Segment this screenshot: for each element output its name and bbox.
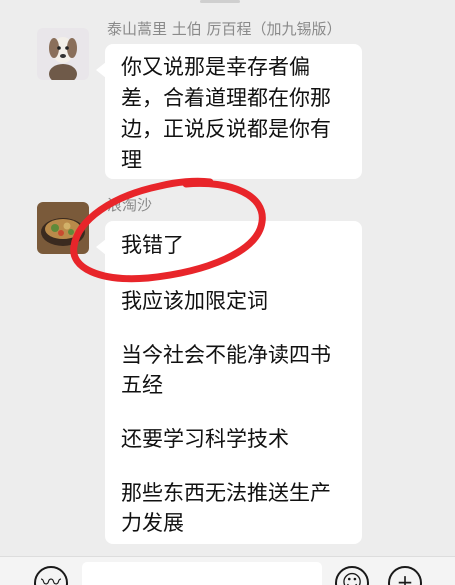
plus-button[interactable]: + bbox=[388, 566, 422, 585]
voice-button[interactable]: 〰 bbox=[34, 566, 68, 585]
message-line: 那些东西无法推送生产 bbox=[121, 481, 331, 505]
dog-avatar-icon bbox=[37, 28, 89, 80]
message-input[interactable] bbox=[82, 562, 322, 585]
avatar-dog[interactable] bbox=[37, 28, 89, 80]
message-bubble[interactable]: 我错了 我应该加限定词 当今社会不能净读四书 五经 还要学习科学技术 那些东西无… bbox=[96, 221, 362, 544]
avatar-food[interactable] bbox=[37, 202, 89, 254]
sender-name: 泰山蒿里 土伯 厉百程（加九锡版） bbox=[107, 20, 342, 38]
emoji-button[interactable]: ☺ bbox=[335, 566, 369, 585]
message-line: 理 bbox=[121, 148, 142, 172]
voice-icon: 〰 bbox=[41, 570, 61, 585]
message-line: 五经 bbox=[121, 373, 163, 397]
plus-icon: + bbox=[396, 570, 414, 585]
message-line: 我错了 bbox=[121, 233, 184, 257]
message-line: 边，正说反说都是你有 bbox=[121, 117, 331, 141]
message-line: 力发展 bbox=[121, 511, 184, 535]
food-bowl-avatar-icon bbox=[37, 202, 89, 254]
message-bubble[interactable]: 你又说那是幸存者偏 差，合着道理都在你那 边，正说反说都是你有 理 bbox=[96, 44, 362, 179]
emoji-icon: ☺ bbox=[341, 570, 363, 585]
message-line: 当今社会不能净读四书 bbox=[121, 343, 331, 367]
message-line: 你又说那是幸存者偏 bbox=[121, 55, 310, 79]
message-line: 我应该加限定词 bbox=[121, 289, 268, 313]
message-line: 差，合着道理都在你那 bbox=[121, 86, 331, 110]
message-line: 还要学习科学技术 bbox=[121, 427, 289, 451]
chat-screen: 泰山蒿里 土伯 厉百程（加九锡版） 你又说那是幸存者偏 差，合着道理都在你那 边… bbox=[0, 0, 455, 585]
sender-name: 浪淘沙 bbox=[107, 196, 153, 214]
scroll-edge bbox=[200, 0, 240, 3]
